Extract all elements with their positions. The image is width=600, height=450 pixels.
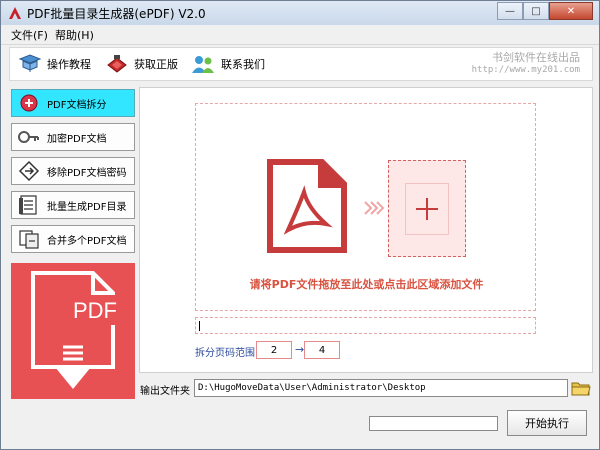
sidebar-item-split[interactable]: PDF文档拆分: [11, 89, 135, 117]
maximize-button[interactable]: □: [523, 2, 549, 20]
progress-bar: [369, 416, 498, 431]
plus-icon: [416, 198, 438, 220]
output-folder-input[interactable]: D:\HugoMoveData\User\Administrator\Deskt…: [194, 379, 568, 397]
range-from-input[interactable]: 2: [256, 341, 292, 359]
file-drop-zone[interactable]: 请将PDF文件拖放至此处或点击此区域添加文件: [195, 103, 536, 311]
tutorial-icon: [18, 54, 42, 72]
menu-file[interactable]: 文件(F): [11, 27, 48, 43]
output-folder-label: 输出文件夹: [140, 386, 190, 397]
add-file-box[interactable]: [388, 160, 466, 257]
sidebar-item-label: 移除PDF文档密码: [47, 167, 127, 179]
sidebar-item-label: 批量生成PDF目录: [47, 201, 127, 213]
split-icon: [20, 94, 38, 112]
drop-hint-text: 请将PDF文件拖放至此处或点击此区域添加文件: [249, 278, 484, 291]
close-button[interactable]: ✕: [549, 2, 593, 20]
folder-browse-icon[interactable]: [571, 379, 591, 397]
minimize-button[interactable]: —: [497, 2, 523, 20]
start-button[interactable]: 开始执行: [507, 410, 587, 436]
split-range-label: 拆分页码范围: [195, 348, 255, 359]
contact-icon: [192, 56, 214, 73]
sidebar-item-label: PDF文档拆分: [47, 99, 107, 111]
toc-icon: [19, 195, 37, 215]
main-panel: 请将PDF文件拖放至此处或点击此区域添加文件 拆分页码范围 2 → 4: [139, 87, 593, 373]
pdf-file-icon: [267, 159, 347, 253]
text-cursor: [199, 321, 200, 331]
menu-help[interactable]: 帮助(H): [55, 27, 94, 43]
sidebar-item-generate-toc[interactable]: 批量生成PDF目录: [11, 191, 135, 219]
brand-url: http://www.my201.com: [471, 65, 580, 75]
window-controls: — □ ✕: [497, 2, 593, 21]
file-path-input[interactable]: [195, 317, 536, 334]
tutorial-label: 操作教程: [47, 58, 91, 71]
sidebar-item-label: 合并多个PDF文档: [47, 235, 127, 247]
sidebar-item-label: 加密PDF文档: [47, 133, 107, 145]
merge-icon: [19, 230, 39, 249]
toolbar: 操作教程 获取正版 联系我们 书剑软件在线出品 http://www.my201…: [9, 47, 593, 81]
brand-watermark: 书剑软件在线出品 http://www.my201.com: [472, 51, 580, 77]
sidebar: PDF文档拆分 加密PDF文档 移除PDF文档密码 批量生成PDF目录 合并多个…: [11, 87, 135, 399]
genuine-icon: [107, 55, 127, 73]
tutorial-button[interactable]: 操作教程: [18, 52, 91, 76]
add-file-inner: [405, 183, 449, 235]
unlock-icon: [18, 160, 40, 182]
contact-label: 联系我们: [221, 58, 265, 71]
genuine-button[interactable]: 获取正版: [105, 52, 178, 76]
title-bar[interactable]: PDF批量目录生成器(ePDF) V2.0 — □ ✕: [1, 1, 599, 25]
promo-pdf-text: PDF: [73, 298, 117, 323]
window-title: PDF批量目录生成器(ePDF) V2.0: [27, 7, 206, 21]
range-to-input[interactable]: 4: [304, 341, 340, 359]
chevrons-right-icon: [364, 201, 385, 215]
arrow-right-icon: →: [295, 343, 305, 356]
brand-name: 书剑软件在线出品: [492, 51, 580, 64]
pdf-document-icon: PDF: [31, 271, 125, 389]
sidebar-item-encrypt[interactable]: 加密PDF文档: [11, 123, 135, 151]
contact-button[interactable]: 联系我们: [190, 52, 265, 76]
app-logo-icon: [9, 7, 21, 19]
key-icon: [18, 131, 39, 143]
genuine-label: 获取正版: [134, 58, 178, 71]
menu-bar: 文件(F) 帮助(H): [1, 25, 599, 45]
app-window: PDF批量目录生成器(ePDF) V2.0 — □ ✕ 文件(F) 帮助(H) …: [0, 0, 600, 450]
sidebar-item-remove-password[interactable]: 移除PDF文档密码: [11, 157, 135, 185]
sidebar-item-merge[interactable]: 合并多个PDF文档: [11, 225, 135, 253]
promo-banner: PDF: [11, 263, 135, 399]
